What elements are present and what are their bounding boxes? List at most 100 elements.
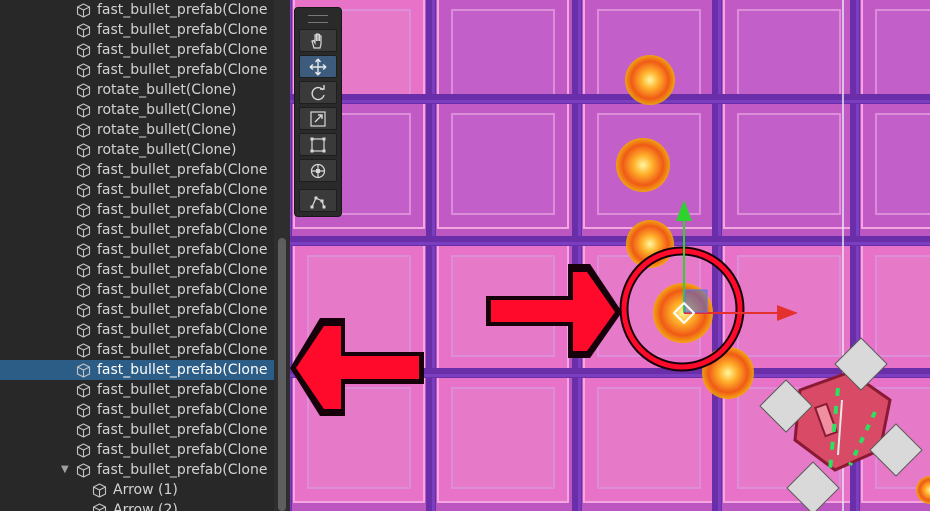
hierarchy-item-label: fast_bullet_prefab(Clone xyxy=(97,262,268,278)
custom-editor-tool-icon xyxy=(310,196,326,209)
hierarchy-item-label: fast_bullet_prefab(Clone xyxy=(97,442,268,458)
hierarchy-item[interactable]: fast_bullet_prefab(Clone xyxy=(0,340,274,360)
hierarchy-item[interactable]: fast_bullet_prefab(Clone xyxy=(0,160,274,180)
tile xyxy=(451,113,555,215)
gameobject-cube-icon xyxy=(92,503,107,511)
hierarchy-item[interactable]: fast_bullet_prefab(Clone xyxy=(0,380,274,400)
gameobject-cube-icon xyxy=(76,363,91,378)
tile xyxy=(290,100,930,103)
gameobject-cube-icon xyxy=(76,383,91,398)
tile xyxy=(875,113,930,215)
rotate-tool-button[interactable] xyxy=(299,81,337,104)
hierarchy-item-label: fast_bullet_prefab(Clone xyxy=(97,22,268,38)
hierarchy-item-label: rotate_bullet(Clone) xyxy=(97,142,237,158)
scale-tool-button[interactable] xyxy=(299,107,337,130)
hierarchy-item[interactable]: rotate_bullet(Clone) xyxy=(0,80,274,100)
hierarchy-item-label: fast_bullet_prefab(Clone xyxy=(97,322,268,338)
hierarchy-item-label: fast_bullet_prefab(Clone xyxy=(97,202,268,218)
hierarchy-item[interactable]: fast_bullet_prefab(Clone xyxy=(0,440,274,460)
rotate-icon xyxy=(311,85,325,101)
gameobject-cube-icon xyxy=(76,103,91,118)
hierarchy-scrollbar[interactable] xyxy=(274,0,290,511)
hierarchy-item[interactable]: fast_bullet_prefab(Clone xyxy=(0,0,274,20)
tile xyxy=(451,387,555,489)
hierarchy-item[interactable]: fast_bullet_prefab(Clone xyxy=(0,320,274,340)
expand-toggle-icon[interactable]: ▼ xyxy=(61,460,69,480)
hierarchy-item[interactable]: rotate_bullet(Clone) xyxy=(0,140,274,160)
hierarchy-panel: fast_bullet_prefab(Clone fast_bullet_pref… xyxy=(0,0,290,511)
hierarchy-item-label: rotate_bullet(Clone) xyxy=(97,102,237,118)
hierarchy-item-label: fast_bullet_prefab(Clone xyxy=(97,2,268,18)
palette-grip[interactable] xyxy=(308,15,328,23)
hierarchy-item-label: fast_bullet_prefab(Clone xyxy=(97,342,268,358)
scene-view[interactable] xyxy=(290,0,930,511)
tile xyxy=(432,0,435,511)
hierarchy-item-label: fast_bullet_prefab(Clone xyxy=(97,302,268,318)
hierarchy-item[interactable]: ▼ fast_bullet_prefab(Clone xyxy=(0,460,274,480)
move-arrows-icon xyxy=(309,58,327,76)
gameobject-cube-icon xyxy=(76,163,91,178)
hierarchy-item-label: fast_bullet_prefab(Clone xyxy=(97,162,268,178)
gameobject-cube-icon xyxy=(76,63,91,78)
hierarchy-item[interactable]: fast_bullet_prefab(Clone xyxy=(0,400,274,420)
hand-tool-button[interactable] xyxy=(299,29,337,52)
hierarchy-item-label: fast_bullet_prefab(Clone xyxy=(97,282,268,298)
hierarchy-item[interactable]: fast_bullet_prefab(Clone xyxy=(0,280,274,300)
hierarchy-item[interactable]: rotate_bullet(Clone) xyxy=(0,120,274,140)
bullet-sprite[interactable] xyxy=(625,55,675,105)
hierarchy-item-label: fast_bullet_prefab(Clone xyxy=(97,362,268,378)
gameobject-cube-icon xyxy=(76,343,91,358)
hierarchy-item[interactable]: Arrow (2) xyxy=(0,500,274,511)
tile xyxy=(737,255,841,357)
tile xyxy=(875,255,930,357)
hierarchy-item[interactable]: rotate_bullet(Clone) xyxy=(0,100,274,120)
gameobject-cube-icon xyxy=(92,483,107,498)
hierarchy-item[interactable]: fast_bullet_prefab(Clone xyxy=(0,260,274,280)
hierarchy-item-label: fast_bullet_prefab(Clone xyxy=(97,402,268,418)
hierarchy-scrollbar-thumb[interactable] xyxy=(278,238,286,511)
hierarchy-item-label: fast_bullet_prefab(Clone xyxy=(97,382,268,398)
hierarchy-item-label: fast_bullet_prefab(Clone xyxy=(97,462,268,478)
scene-canvas[interactable] xyxy=(290,0,930,511)
hierarchy-item-label: fast_bullet_prefab(Clone xyxy=(97,42,268,58)
transform-tool-button[interactable] xyxy=(299,159,337,182)
transform-icon xyxy=(310,163,326,179)
scale-icon xyxy=(310,111,326,127)
gameobject-cube-icon xyxy=(76,183,91,198)
hierarchy-item[interactable]: fast_bullet_prefab(Clone xyxy=(0,420,274,440)
hierarchy-item-label: rotate_bullet(Clone) xyxy=(97,122,237,138)
gameobject-cube-icon xyxy=(76,243,91,258)
hierarchy-item[interactable]: fast_bullet_prefab(Clone xyxy=(0,180,274,200)
hierarchy-item[interactable]: fast_bullet_prefab(Clone xyxy=(0,220,274,240)
custom-tool-button[interactable] xyxy=(299,189,337,212)
tile xyxy=(290,0,291,511)
hierarchy-item[interactable]: fast_bullet_prefab(Clone xyxy=(0,20,274,40)
gameobject-cube-icon xyxy=(76,203,91,218)
gameobject-cube-icon xyxy=(76,83,91,98)
rect-transform-icon xyxy=(310,137,326,153)
gameobject-cube-icon xyxy=(76,403,91,418)
gameobject-cube-icon xyxy=(76,463,91,478)
hierarchy-item[interactable]: fast_bullet_prefab(Clone xyxy=(0,360,274,380)
bullet-sprite[interactable] xyxy=(616,138,670,192)
tile xyxy=(578,0,581,511)
rect-tool-button[interactable] xyxy=(299,133,337,156)
gameobject-cube-icon xyxy=(76,263,91,278)
tile xyxy=(718,0,721,511)
hierarchy-item[interactable]: fast_bullet_prefab(Clone xyxy=(0,40,274,60)
hierarchy-item[interactable]: fast_bullet_prefab(Clone xyxy=(0,200,274,220)
hierarchy-item[interactable]: fast_bullet_prefab(Clone xyxy=(0,240,274,260)
tile xyxy=(597,387,701,489)
hierarchy-item-label: fast_bullet_prefab(Clone xyxy=(97,182,268,198)
hierarchy-list: fast_bullet_prefab(Clone fast_bullet_pref… xyxy=(0,0,274,511)
hierarchy-item[interactable]: Arrow (1) xyxy=(0,480,274,500)
gameobject-cube-icon xyxy=(76,23,91,38)
hierarchy-item-label: rotate_bullet(Clone) xyxy=(97,82,237,98)
gameobject-cube-icon xyxy=(76,123,91,138)
hierarchy-item[interactable]: fast_bullet_prefab(Clone xyxy=(0,60,274,80)
gameobject-cube-icon xyxy=(76,443,91,458)
scene-tool-palette xyxy=(294,7,342,217)
move-tool-button[interactable] xyxy=(299,55,337,78)
gameobject-cube-icon xyxy=(76,3,91,18)
hierarchy-item[interactable]: fast_bullet_prefab(Clone xyxy=(0,300,274,320)
